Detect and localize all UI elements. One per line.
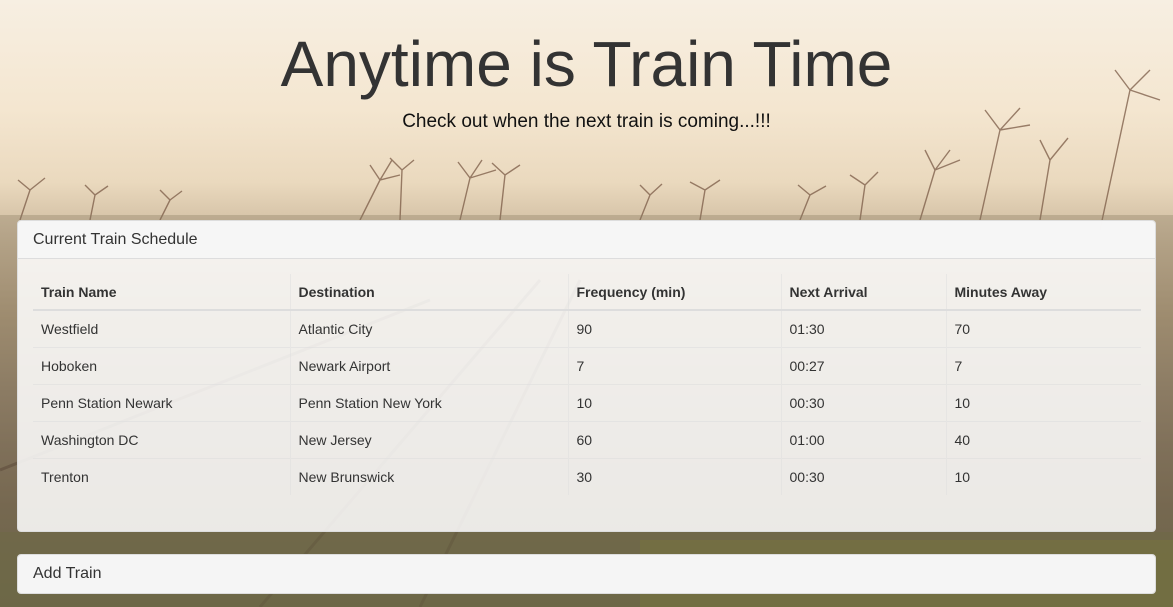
train-schedule-table: Train Name Destination Frequency (min) N… [33, 274, 1141, 495]
train-schedule-panel: Current Train Schedule Train Name Destin… [17, 220, 1156, 532]
cell-train-name: Trenton [33, 457, 291, 495]
cell-minutes-away: 10 [946, 457, 1141, 495]
table-row: Trenton New Brunswick 30 00:30 10 [33, 457, 1141, 495]
page-title: Anytime is Train Time [280, 28, 893, 100]
add-train-heading[interactable]: Add Train [18, 555, 1155, 593]
cell-minutes-away: 40 [946, 420, 1141, 458]
cell-next-arrival: 01:30 [781, 309, 947, 347]
table-row: Hoboken Newark Airport 7 00:27 7 [33, 346, 1141, 384]
column-header-minutes-away: Minutes Away [946, 274, 1141, 311]
cell-destination: Newark Airport [290, 346, 569, 384]
table-row: Washington DC New Jersey 60 01:00 40 [33, 420, 1141, 458]
cell-destination: New Brunswick [290, 457, 569, 495]
cell-next-arrival: 00:27 [781, 346, 947, 384]
page-subtitle: Check out when the next train is coming.… [402, 111, 771, 132]
cell-frequency: 10 [568, 383, 782, 421]
cell-destination: New Jersey [290, 420, 569, 458]
cell-minutes-away: 10 [946, 383, 1141, 421]
column-header-train-name: Train Name [33, 274, 291, 311]
train-schedule-heading: Current Train Schedule [18, 221, 1155, 259]
column-header-next-arrival: Next Arrival [781, 274, 947, 311]
table-row: Penn Station Newark Penn Station New Yor… [33, 383, 1141, 421]
cell-train-name: Washington DC [33, 420, 291, 458]
cell-minutes-away: 7 [946, 346, 1141, 384]
cell-frequency: 60 [568, 420, 782, 458]
train-schedule-body: Train Name Destination Frequency (min) N… [18, 259, 1155, 495]
cell-next-arrival: 00:30 [781, 383, 947, 421]
table-row: Westfield Atlantic City 90 01:30 70 [33, 309, 1141, 347]
cell-frequency: 30 [568, 457, 782, 495]
add-train-panel[interactable]: Add Train [17, 554, 1156, 594]
cell-next-arrival: 01:00 [781, 420, 947, 458]
column-header-frequency: Frequency (min) [568, 274, 782, 311]
cell-train-name: Penn Station Newark [33, 383, 291, 421]
cell-frequency: 7 [568, 346, 782, 384]
cell-train-name: Westfield [33, 309, 291, 347]
cell-destination: Atlantic City [290, 309, 569, 347]
cell-minutes-away: 70 [946, 309, 1141, 347]
column-header-destination: Destination [290, 274, 569, 311]
cell-frequency: 90 [568, 309, 782, 347]
table-header-row: Train Name Destination Frequency (min) N… [33, 274, 1141, 311]
cell-train-name: Hoboken [33, 346, 291, 384]
cell-destination: Penn Station New York [290, 383, 569, 421]
cell-next-arrival: 00:30 [781, 457, 947, 495]
